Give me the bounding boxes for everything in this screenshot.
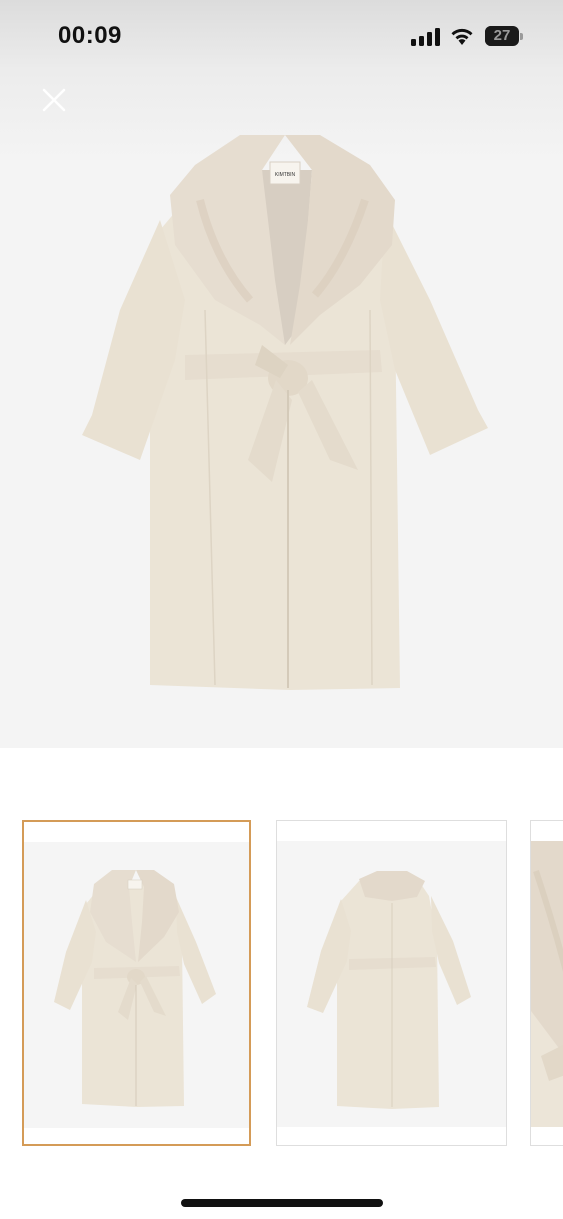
thumbnail-front[interactable] — [22, 820, 251, 1146]
coat-detail-thumbnail-image — [531, 841, 563, 1127]
thumbnail-background — [531, 841, 563, 1127]
thumbnail-back[interactable] — [276, 820, 507, 1146]
status-bar: 00:09 27 — [0, 0, 563, 76]
thumbnail-detail[interactable] — [530, 820, 563, 1146]
thumbnail-gallery — [0, 818, 563, 1150]
wifi-icon — [451, 28, 473, 45]
coat-back-thumbnail-image — [307, 871, 471, 1109]
brand-label-text: KIMTBIN — [275, 172, 296, 178]
thumbnail-background — [277, 841, 506, 1127]
coat-front-image[interactable]: KIMTBIN — [0, 110, 563, 710]
home-indicator[interactable] — [181, 1199, 383, 1207]
coat-front-thumbnail-image — [54, 870, 216, 1107]
status-time: 00:09 — [58, 22, 122, 49]
battery-level: 27 — [493, 27, 511, 44]
cellular-signal-icon — [411, 28, 440, 46]
battery-cap — [520, 33, 523, 40]
product-hero-image-area: 00:09 27 KIMTBIN — [0, 0, 563, 748]
thumbnail-background — [24, 842, 249, 1128]
battery-icon: 27 — [485, 26, 525, 48]
